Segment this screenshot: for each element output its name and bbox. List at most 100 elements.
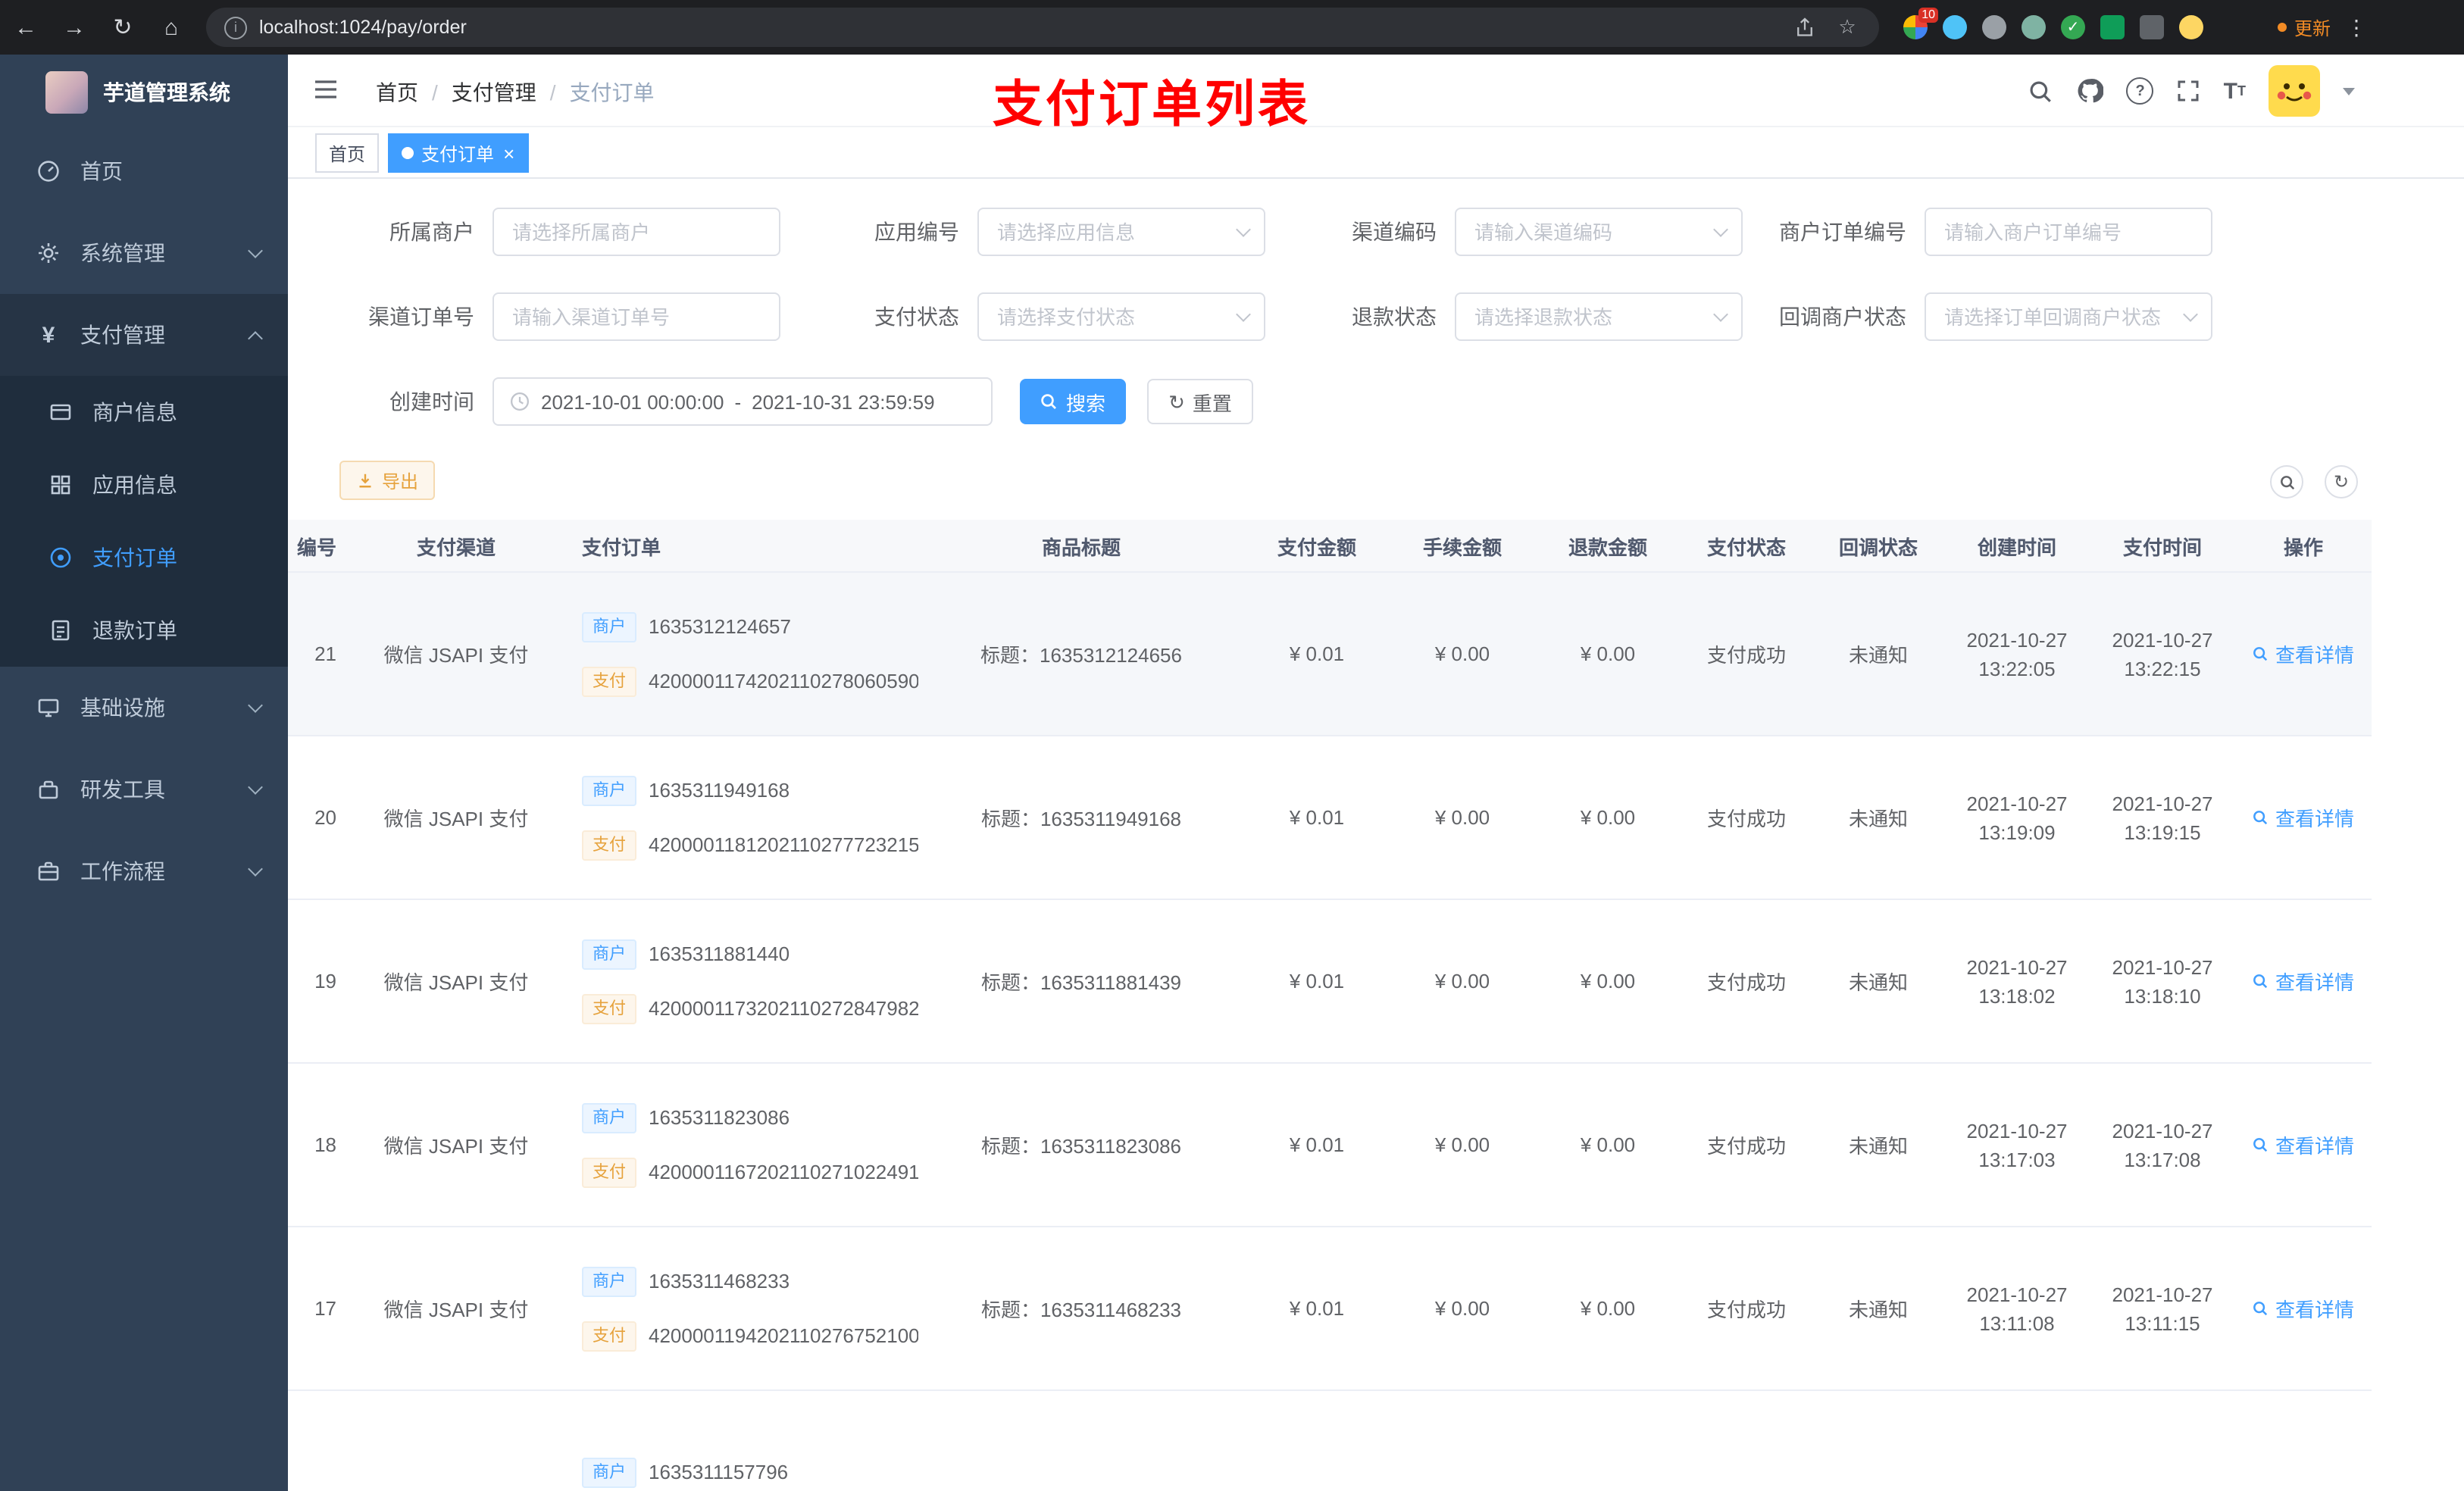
browser-reload-icon[interactable]: ↻ (100, 14, 145, 41)
filter-label: 应用编号 (874, 220, 959, 244)
avatar[interactable] (2269, 65, 2320, 117)
bookmark-star-icon[interactable]: ☆ (1834, 15, 1861, 39)
update-dot-icon (2278, 23, 2287, 32)
font-size-icon[interactable]: TT (2224, 80, 2246, 102)
refund-status-select[interactable] (1455, 292, 1743, 341)
extension-face-icon[interactable] (2179, 15, 2203, 39)
application-window: ← → ↻ ⌂ i localhost:1024/pay/order ☆ 10 … (0, 0, 2464, 1491)
cell-pay-order: 商户 1635311881440 支付 42000011732021102728… (555, 939, 918, 1024)
channel-code-select[interactable] (1455, 208, 1743, 256)
fullscreen-icon[interactable] (2177, 79, 2201, 103)
tab-pay-order[interactable]: 支付订单 × (388, 133, 529, 173)
extension-green-square-icon[interactable] (2100, 15, 2125, 39)
cell-fee: ¥ 0.00 (1434, 1133, 1490, 1156)
cell-amount: ¥ 0.01 (1289, 1297, 1345, 1320)
sidebar-item-refund-order[interactable]: 退款订单 (0, 594, 288, 667)
breadcrumb-home[interactable]: 首页 (376, 77, 418, 108)
sidebar-item-pay-order[interactable]: 支付订单 (0, 521, 288, 594)
cell-action: 查看详情 (2235, 967, 2372, 996)
filter-label: 渠道订单号 (368, 305, 474, 329)
sidebar-item-devtools[interactable]: 研发工具 (0, 749, 288, 830)
view-detail-link[interactable]: 查看详情 (2253, 803, 2354, 832)
cell-fee: ¥ 0.00 (1434, 1297, 1490, 1320)
browser-menu-icon[interactable]: ⋮ (2346, 14, 2367, 40)
site-info-icon[interactable]: i (224, 16, 247, 39)
toggle-search-button[interactable] (2270, 465, 2303, 499)
reset-label: 重置 (1192, 392, 1232, 414)
owner-merchant-input[interactable] (492, 208, 780, 256)
cell-pay-status: 支付成功 (1706, 808, 1786, 830)
cell-refund: ¥ 0.00 (1580, 1297, 1636, 1320)
merchant-order-no: 1635311949168 (649, 779, 790, 802)
search-label: 搜索 (1065, 392, 1105, 414)
cell-notify-status: 未通知 (1848, 971, 1908, 994)
merchant-tag: 商户 (582, 939, 636, 969)
extension-check-icon[interactable]: ✓ (2061, 15, 2085, 39)
extension-teal-icon[interactable] (2022, 15, 2046, 39)
address-bar[interactable]: i localhost:1024/pay/order ☆ (206, 8, 1879, 47)
browser-back-icon[interactable]: ← (3, 14, 48, 40)
cell-pay-time: 2021-10-27 13:11:15 (2112, 1283, 2213, 1334)
extension-gray-icon[interactable] (1982, 15, 2006, 39)
view-detail-link[interactable]: 查看详情 (2253, 1294, 2354, 1323)
close-icon[interactable]: × (503, 143, 514, 163)
search-icon (2254, 1138, 2269, 1152)
sidebar-item-home[interactable]: 首页 (0, 130, 288, 212)
cell-title: 标题：1635311881439 (980, 971, 1182, 994)
github-icon[interactable] (2077, 77, 2104, 105)
app-id-select[interactable] (977, 208, 1265, 256)
sidebar-item-label: 退款订单 (92, 618, 177, 642)
channel-pay-no: 4200001167202110271022491439 (649, 1161, 918, 1183)
column-header-channel: 支付渠道 (416, 536, 496, 558)
search-icon[interactable] (2028, 78, 2054, 104)
merchant-order-no: 1635311468233 (649, 1270, 790, 1293)
export-button[interactable]: 导出 (339, 461, 436, 500)
sidebar-item-app-info[interactable]: 应用信息 (0, 449, 288, 521)
refresh-icon: ↻ (2333, 471, 2350, 492)
merchant-order-no-input[interactable] (1925, 208, 2212, 256)
search-icon (2254, 1302, 2269, 1316)
view-detail-link[interactable]: 查看详情 (2253, 967, 2354, 996)
cell-title: 标题：1635311949168 (980, 808, 1182, 830)
cell-channel: 微信 JSAPI 支付 (383, 1135, 529, 1158)
sidebar-item-workflow[interactable]: 工作流程 (0, 830, 288, 912)
cell-refund: ¥ 0.00 (1580, 970, 1636, 992)
reset-button[interactable]: ↻ 重置 (1147, 379, 1253, 424)
view-detail-link[interactable]: 查看详情 (2253, 1130, 2354, 1159)
extension-badge: 10 (1918, 8, 1938, 23)
hamburger-icon[interactable] (312, 76, 339, 103)
user-caret-icon[interactable] (2343, 87, 2355, 95)
extension-drop-icon[interactable] (1943, 15, 1967, 39)
sidebar-item-merchant-info[interactable]: 商户信息 (0, 376, 288, 449)
share-icon[interactable] (1794, 17, 1821, 38)
refresh-table-button[interactable]: ↻ (2325, 465, 2358, 499)
date-separator: - (734, 390, 742, 413)
cell-pay-order: 商户 1635312124657 支付 42000011742021102780… (555, 611, 918, 696)
browser-forward-icon[interactable]: → (52, 14, 97, 40)
sidebar-item-infrastructure[interactable]: 基础设施 (0, 667, 288, 749)
browser-home-icon[interactable]: ⌂ (149, 14, 194, 40)
filter-label: 回调商户状态 (1779, 305, 1906, 329)
column-header-pay-time: 支付时间 (2122, 536, 2202, 558)
sidebar-item-payment[interactable]: ¥ 支付管理 (0, 294, 288, 376)
extension-colorful-icon[interactable]: 10 (1903, 8, 1938, 39)
date-range-picker[interactable]: 2021-10-01 00:00:00 - 2021-10-31 23:59:5… (492, 377, 993, 426)
view-detail-link[interactable]: 查看详情 (2253, 639, 2354, 668)
sidebar-item-system[interactable]: 系统管理 (0, 212, 288, 294)
pay-status-select[interactable] (977, 292, 1265, 341)
url-text[interactable]: localhost:1024/pay/order (259, 17, 1782, 38)
cell-pay-time: 2021-10-27 13:17:08 (2112, 1119, 2213, 1171)
channel-order-no-input[interactable] (492, 292, 780, 341)
tab-home[interactable]: 首页 (315, 133, 380, 173)
merchant-tag: 商户 (582, 611, 636, 642)
extension-dark-icon[interactable] (2140, 15, 2164, 39)
table-row: 17 微信 JSAPI 支付 商户 1635311468233 支付 42000… (288, 1227, 2372, 1391)
tags-view-bar: 首页 支付订单 × (288, 127, 2464, 179)
notify-status-select[interactable] (1925, 292, 2212, 341)
help-icon[interactable]: ? (2126, 77, 2154, 105)
cell-amount: ¥ 0.01 (1289, 970, 1345, 992)
orders-table: 编号 支付渠道 支付订单 商品标题 支付金额 手续金额 退款金额 支付状态 回调… (288, 520, 2464, 1491)
search-button[interactable]: 搜索 (1020, 379, 1126, 424)
table-header: 编号 支付渠道 支付订单 商品标题 支付金额 手续金额 退款金额 支付状态 回调… (288, 520, 2372, 573)
browser-update-button[interactable]: 更新 (2278, 14, 2331, 40)
